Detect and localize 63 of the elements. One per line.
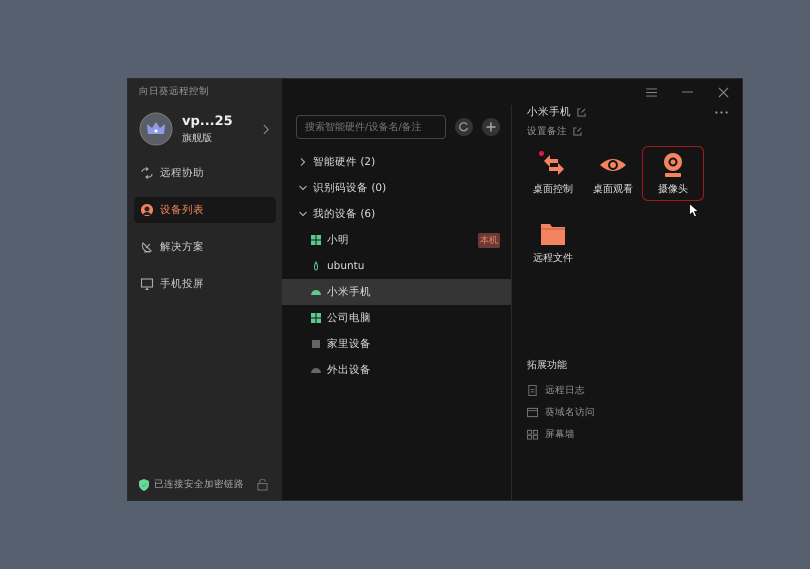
window-title: 向日葵远程控制 — [138, 85, 210, 99]
device-name: 家里设备 — [327, 337, 372, 351]
minimize-icon[interactable] — [682, 91, 693, 93]
mouse-cursor-icon — [689, 203, 699, 218]
search-field[interactable]: 搜索智能硬件/设备名/备注 — [296, 115, 446, 139]
document-icon — [527, 384, 538, 396]
android-icon — [311, 365, 321, 375]
function-button[interactable]: 摄像头 — [642, 146, 704, 201]
windows-icon — [311, 313, 321, 323]
crown-avatar-icon — [139, 112, 173, 146]
function-button[interactable]: 远程文件 — [522, 215, 584, 270]
windows-icon — [311, 235, 321, 245]
extension-item[interactable]: 远程日志 — [527, 379, 728, 401]
account-name: vp...25 — [182, 114, 234, 128]
nav-item[interactable]: 手机投屏 — [134, 271, 276, 297]
device-title: 小米手机 — [527, 105, 571, 119]
tree-group[interactable]: 我的设备 (6) — [282, 201, 511, 227]
chevron-icon — [299, 158, 307, 166]
android-icon — [311, 287, 321, 297]
nav-item[interactable]: 设备列表 — [134, 197, 276, 223]
device-name: ubuntu — [327, 260, 366, 272]
chevron-right-icon[interactable] — [263, 124, 270, 134]
device-item[interactable]: 家里设备 — [282, 331, 511, 357]
function-button[interactable]: 桌面控制 — [522, 146, 584, 201]
chevron-icon — [299, 210, 307, 218]
extension-item[interactable]: 葵域名访问 — [527, 401, 728, 423]
chevron-icon — [299, 184, 307, 192]
square-icon — [311, 339, 321, 349]
tree-group[interactable]: 识别码设备 (0) — [282, 175, 511, 201]
device-list-icon — [140, 203, 154, 217]
monitor-icon — [140, 277, 154, 291]
extension-item[interactable]: 屏幕墙 — [527, 423, 728, 445]
device-name: 外出设备 — [327, 363, 372, 377]
device-item[interactable]: ubuntu — [282, 253, 511, 279]
edit-icon[interactable] — [577, 108, 586, 116]
window-icon — [527, 406, 538, 418]
device-item[interactable]: 小明 本机 — [282, 227, 511, 253]
close-icon[interactable] — [718, 86, 729, 98]
device-item[interactable]: 外出设备 — [282, 357, 511, 383]
device-name: 小明 — [327, 233, 350, 247]
menu-icon[interactable] — [646, 88, 657, 96]
connection-status: 已连接安全加密链路 — [154, 478, 245, 491]
plan-label: 旗舰版 — [182, 132, 213, 144]
folder-icon — [538, 221, 568, 247]
grid-icon — [527, 428, 538, 440]
device-name: 公司电脑 — [327, 311, 372, 325]
function-button[interactable]: 桌面观看 — [582, 146, 644, 201]
more-icon[interactable] — [715, 110, 728, 114]
refresh-icon[interactable] — [455, 118, 473, 136]
add-icon[interactable] — [482, 118, 500, 136]
section-title: 拓展功能 — [527, 358, 568, 372]
device-item[interactable]: 公司电脑 — [282, 305, 511, 331]
tree-group[interactable]: 智能硬件 (2) — [282, 149, 511, 175]
device-item[interactable]: 小米手机 — [282, 279, 511, 305]
device-name: 小米手机 — [327, 285, 372, 299]
local-device-tag: 本机 — [478, 232, 500, 248]
nav-item[interactable]: 解决方案 — [134, 234, 276, 260]
satellite-icon — [140, 240, 154, 254]
edit-icon[interactable] — [573, 127, 582, 136]
lock-icon[interactable] — [257, 478, 268, 490]
note-label[interactable]: 设置备注 — [527, 125, 567, 138]
nav-item[interactable]: 远程协助 — [134, 160, 276, 186]
shield-icon — [139, 478, 149, 490]
